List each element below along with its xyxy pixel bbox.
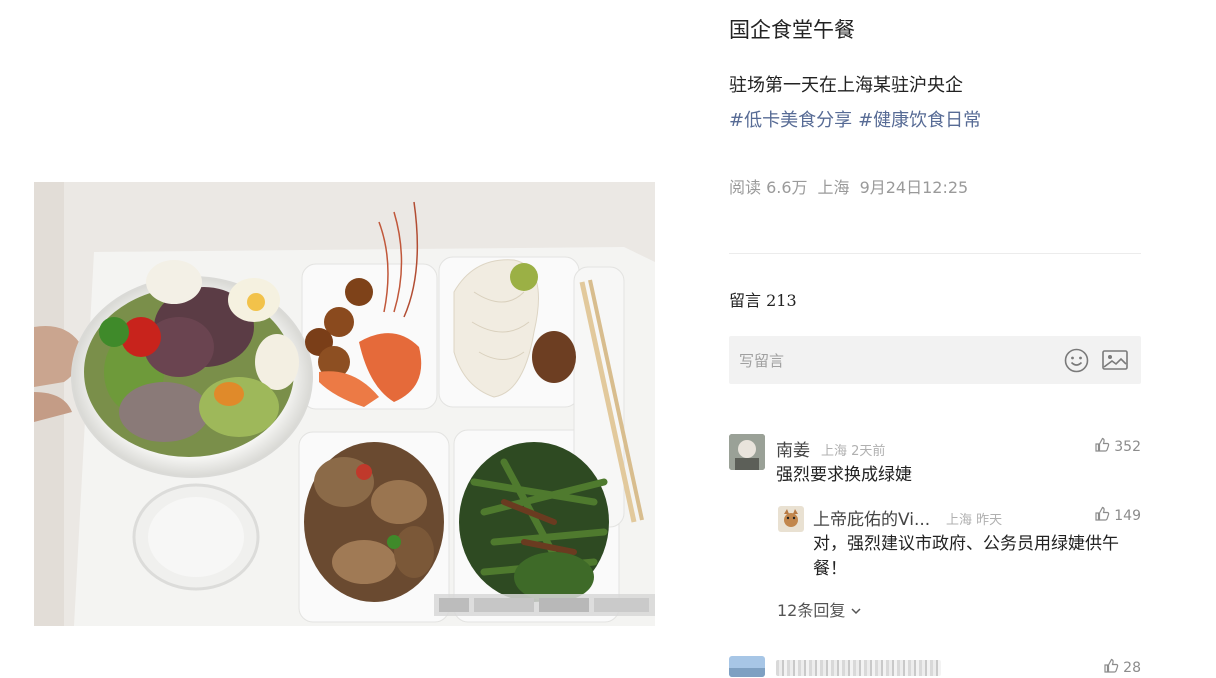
post-description: 驻场第一天在上海某驻沪央企 [729,75,963,96]
comments-count: 213 [766,291,797,310]
comments-header: 留言 213 [729,287,797,311]
read-count: 阅读 6.6万 [729,178,808,197]
like-count: 149 [1114,508,1141,524]
reply-time: 昨天 [976,513,1003,528]
post-meta: 阅读 6.6万 上海 9月24日12:25 [729,174,978,198]
image-icon[interactable] [1102,349,1128,375]
divider [729,253,1141,254]
thumbs-up-icon [1103,658,1119,678]
like-button[interactable]: 149 [1094,506,1141,526]
avatar[interactable] [729,656,765,677]
commenter-name-blurred [776,660,941,676]
like-count: 352 [1114,439,1141,455]
expand-replies-button[interactable]: 12条回复 [777,597,862,621]
post-photo[interactable] [34,182,655,626]
reply-meta: 上海 昨天 [946,509,1002,528]
commenter-name[interactable]: 南姜 [776,436,810,461]
reply-name[interactable]: 上帝庇佑的Vi... [813,505,930,530]
post-location: 上海 [817,178,850,197]
avatar[interactable] [729,434,765,470]
comment-item: 南姜 上海 2天前 352 强烈要求换成绿婕 上帝庇佑的Vi... 上海 昨天 … [729,434,1141,634]
comments-label: 留言 [729,291,762,310]
smiley-icon[interactable] [1064,348,1089,377]
post-tags: #低卡美食分享 #健康饮食日常 [729,106,987,132]
more-replies-label: 12条回复 [777,601,846,620]
reply-text: 对，强烈建议市政府、公务员用绿婕供午餐！ [813,534,1119,579]
comment-time: 2天前 [851,444,886,459]
reply-location: 上海 [946,513,973,528]
comment-item: 28 [729,656,1141,677]
post-time: 9月24日12:25 [859,178,969,197]
chevron-down-icon [850,601,862,620]
avatar[interactable] [778,506,804,532]
like-button[interactable]: 352 [1094,437,1141,457]
like-button[interactable]: 28 [1103,658,1141,678]
like-count: 28 [1123,660,1141,676]
thumbs-up-icon [1094,506,1110,526]
comment-location: 上海 [821,444,848,459]
lunch-tray-image [34,182,655,626]
comment-text: 强烈要求换成绿婕 [776,465,912,485]
tag-link[interactable]: #低卡美食分享 [729,110,852,131]
comment-meta: 上海 2天前 [821,440,885,459]
thumbs-up-icon [1094,437,1110,457]
post-title: 国企食堂午餐 [729,18,855,42]
comment-input[interactable]: 写留言 [729,336,1141,384]
tag-link[interactable]: #健康饮食日常 [858,110,981,131]
comment-input-placeholder: 写留言 [739,352,785,370]
